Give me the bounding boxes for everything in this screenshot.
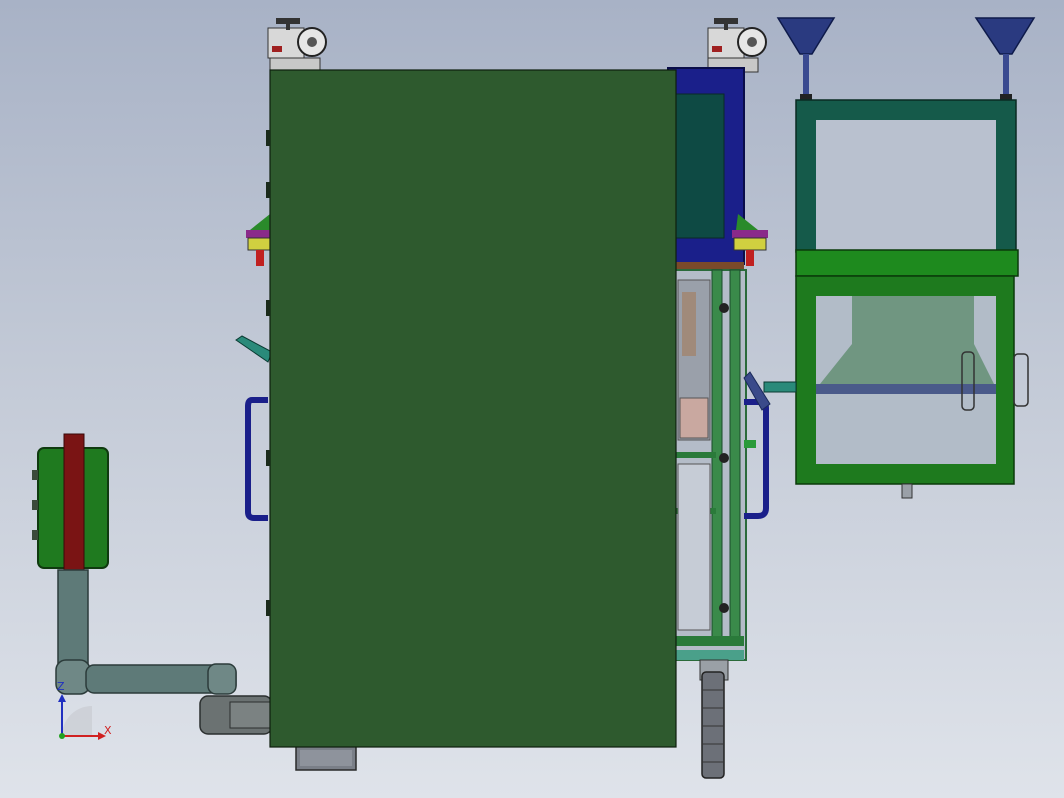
upper-window <box>675 93 725 239</box>
axis-x-label: X <box>104 724 112 737</box>
clamp-left <box>246 214 272 266</box>
side-handle-left <box>245 397 268 521</box>
control-box-assembly[interactable] <box>32 433 109 581</box>
pipe-vertical <box>57 569 89 671</box>
bottom-roller <box>699 659 729 779</box>
control-box-band <box>63 433 85 581</box>
front-cover-panel[interactable] <box>269 69 677 748</box>
axis-z-label: Z <box>57 680 65 693</box>
axis-origin <box>59 733 65 739</box>
hopper-cabinet[interactable] <box>763 17 1036 499</box>
caster-left[interactable] <box>267 18 327 73</box>
cad-viewport[interactable]: X Z <box>0 0 1064 798</box>
funnel-left <box>776 17 836 100</box>
funnel-right <box>974 17 1036 100</box>
side-handle-right <box>744 399 769 519</box>
cabinet-handle-outer <box>1013 353 1029 407</box>
cad-drawing: X Z <box>32 17 1036 779</box>
caster-right[interactable] <box>707 18 767 73</box>
flap-left <box>235 335 273 363</box>
